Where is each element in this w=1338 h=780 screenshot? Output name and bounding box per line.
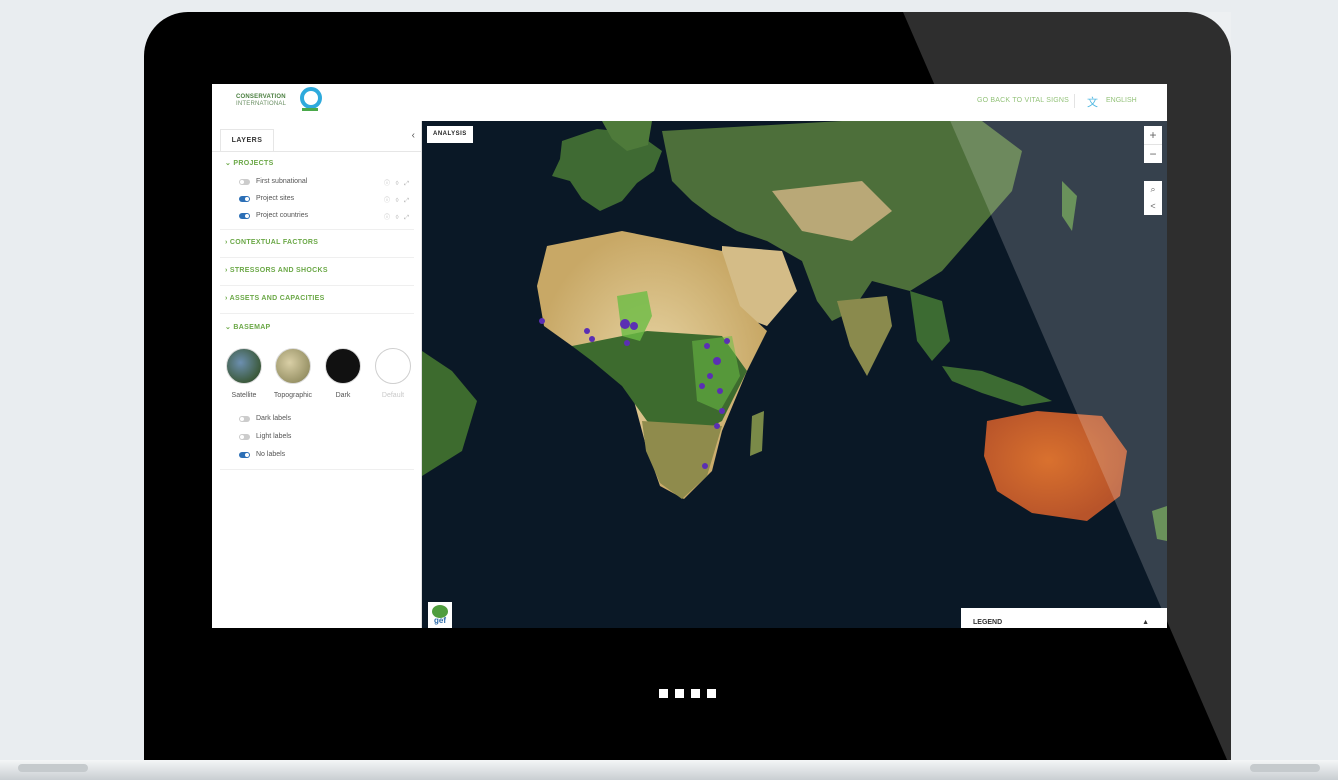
group-label: ASSETS AND CAPACITIES [229,295,325,302]
carousel-dot[interactable] [675,689,684,698]
basemap-thumbnail [275,348,311,384]
zoom-out-button[interactable]: − [1144,145,1162,163]
laptop-foot-left [18,764,88,772]
layer-actions-icons[interactable]: ⓘ ◊ ⤢ [384,212,411,222]
label-option-label: No labels [256,451,286,458]
carousel-indicator [659,689,716,698]
group-label: CONTEXTUAL FACTORS [229,239,319,246]
logo-bar-icon [302,108,318,111]
legend-toggle-icon[interactable]: ▲ [1142,608,1149,628]
carousel-dot[interactable] [659,689,668,698]
group-projects[interactable]: ⌄ PROJECTS [225,159,274,167]
basemap-satellite[interactable]: Satellite [226,348,262,399]
group-contextual-factors[interactable]: › CONTEXTUAL FACTORS [225,239,318,246]
group-stressors-and-shocks[interactable]: › STRESSORS AND SHOCKS [225,267,328,274]
logo-line2: INTERNATIONAL [236,101,287,107]
group-projects-label: PROJECTS [233,160,274,167]
laptop-base [0,760,1338,780]
search-icon[interactable]: ⌕ [1144,181,1162,198]
layer-row-project-countries[interactable]: Project countries [239,212,308,219]
layer-toggle[interactable] [239,195,250,202]
tab-layers[interactable]: LAYERS [220,129,274,152]
basemap-thumbnail [375,348,411,384]
label-option-dark[interactable]: Dark labels [239,415,291,422]
basemap-default[interactable]: Default [375,348,411,399]
zoom-in-button[interactable]: + [1144,126,1162,144]
layer-actions-icons[interactable]: ⓘ ◊ ⤢ [384,195,411,205]
basemap-topographic[interactable]: Topographic [274,348,312,399]
basemap-thumbnail [226,348,262,384]
layer-toggle[interactable] [239,212,250,219]
layer-label: Project countries [256,212,309,219]
share-icon[interactable]: < [1144,198,1162,215]
group-assets-and-capacities[interactable]: › ASSETS AND CAPACITIES [225,295,325,302]
basemap-dark[interactable]: Dark [325,348,361,399]
basemap-label: Dark [335,392,351,399]
group-divider [220,229,414,230]
laptop-foot-right [1250,764,1320,772]
label-toggle[interactable] [239,433,250,440]
top-bar: CONSERVATION INTERNATIONAL GO BACK TO VI… [212,84,1167,122]
map-tools: ⌕ < [1144,181,1162,215]
logo-line1: CONSERVATION [236,94,286,100]
label-toggle[interactable] [239,451,250,458]
carousel-dot[interactable] [691,689,700,698]
nav-divider [1074,94,1075,108]
legend-panel[interactable]: LEGEND ▲ [961,608,1167,628]
zoom-control: + − [1144,126,1162,163]
translate-icon[interactable]: 文 [1087,94,1098,110]
basemap-label: Satellite [231,392,257,399]
gef-logo: gef [428,602,452,628]
group-basemap[interactable]: ⌄ BASEMAP [225,323,271,331]
group-basemap-label: BASEMAP [233,324,271,331]
label-option-label: Dark labels [256,415,292,422]
app-screen: CONSERVATION INTERNATIONAL GO BACK TO VI… [212,84,1167,628]
analysis-button[interactable]: ANALYSIS [427,126,473,143]
legend-title: LEGEND [973,619,1003,626]
group-label: STRESSORS AND SHOCKS [229,267,328,274]
logo[interactable]: CONSERVATION INTERNATIONAL [236,94,286,108]
language-selector[interactable]: ENGLISH [1106,97,1137,104]
basemap-label: Topographic [273,392,313,399]
map-view[interactable]: ANALYSIS + − ⌕ < gef LEGEND ▲ [422,121,1167,628]
layer-row-project-sites[interactable]: Project sites [239,195,294,202]
basemap-thumbnail [325,348,361,384]
satellite-world-map [422,121,1167,628]
layer-label: Project sites [256,195,295,202]
collapse-sidebar-icon[interactable]: ‹ [412,130,415,141]
group-divider [220,469,414,470]
layer-actions-icons[interactable]: ⓘ ◊ ⤢ [384,178,411,188]
group-divider [220,313,414,314]
basemap-label: Default [381,392,405,399]
layers-sidebar: LAYERS ‹ ⌄ PROJECTS First subnational ⓘ … [212,121,422,628]
sidebar-divider [212,151,421,152]
layer-label: First subnational [256,178,308,185]
group-divider [220,257,414,258]
logo-ring-icon [300,87,322,109]
carousel-dot[interactable] [707,689,716,698]
label-option-none[interactable]: No labels [239,451,285,458]
layer-row-first-subnational[interactable]: First subnational [239,178,307,185]
back-to-vital-signs-link[interactable]: GO BACK TO VITAL SIGNS [977,97,1069,104]
layer-toggle[interactable] [239,178,250,185]
madagascar-landmass [750,411,764,456]
group-divider [220,285,414,286]
label-option-label: Light labels [256,433,292,440]
label-option-light[interactable]: Light labels [239,433,291,440]
label-toggle[interactable] [239,415,250,422]
